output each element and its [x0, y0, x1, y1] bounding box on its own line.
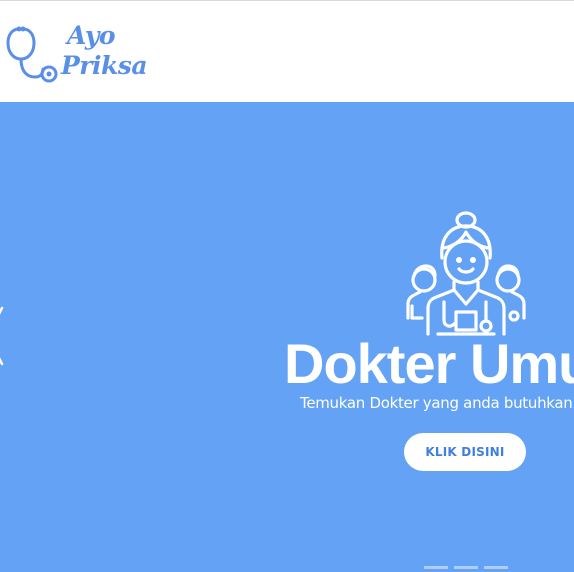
page: Ayo Priksa Dokter Um Temukan Dokter yang…: [0, 0, 574, 572]
logo-text-line1: Ayo: [67, 21, 116, 50]
hero-title: Dokter Umum: [284, 332, 574, 395]
logo-text-line2: Priksa: [61, 51, 148, 80]
slide-indicator[interactable]: [454, 566, 478, 569]
cta-button[interactable]: KLIK DISINI: [404, 433, 526, 471]
site-logo[interactable]: Ayo Priksa: [5, 21, 148, 85]
chevron-left-icon[interactable]: [0, 306, 4, 366]
stethoscope-icon: [6, 26, 58, 83]
hero-slider: Dokter Umum Temukan Dokter yang anda but…: [0, 102, 574, 572]
hero-subtitle: Temukan Dokter yang anda butuhkan: [300, 394, 573, 412]
doctor-team-icon: [406, 211, 526, 336]
site-header: Ayo Priksa: [0, 1, 574, 102]
slide-indicator[interactable]: [484, 566, 508, 569]
slide-indicators: [424, 566, 508, 570]
slide-indicator[interactable]: [424, 566, 448, 569]
